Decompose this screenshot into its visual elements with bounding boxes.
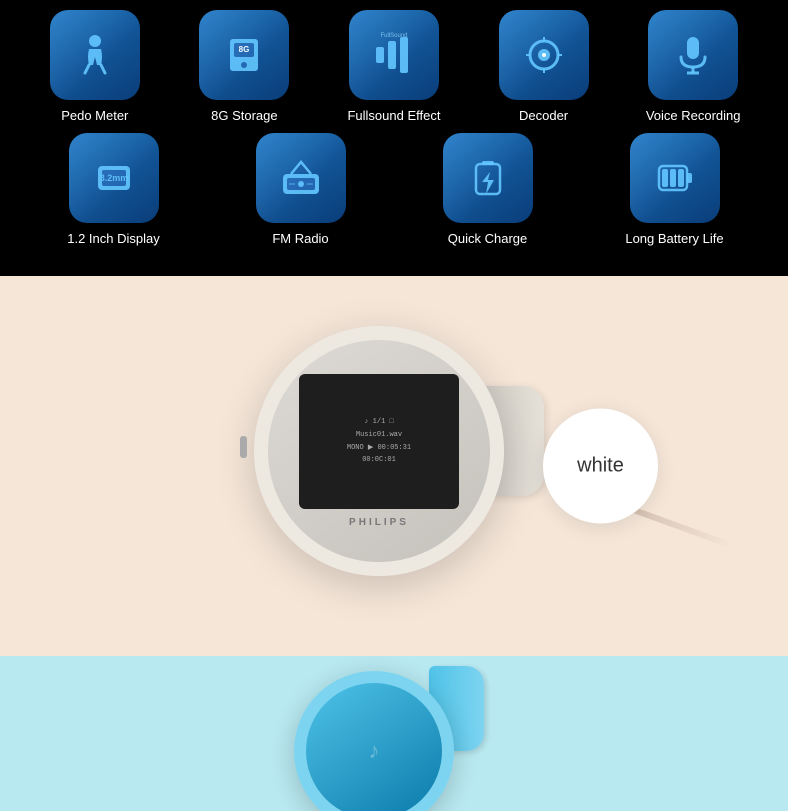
fm-radio-icon bbox=[256, 133, 346, 223]
8g-storage-label: 8G Storage bbox=[211, 108, 278, 123]
pedo-meter-icon bbox=[50, 10, 140, 100]
pedo-meter-label: Pedo Meter bbox=[61, 108, 128, 123]
device-white-container: ♪ 1/1 □ Music01.wav MONO ▶ 00:05:31 00:0… bbox=[234, 306, 554, 626]
color-name: white bbox=[577, 455, 624, 478]
quick-charge-icon bbox=[443, 133, 533, 223]
product-section-blue: ♪ bbox=[0, 656, 788, 811]
decoder-icon bbox=[499, 10, 589, 100]
feature-battery: Long Battery Life bbox=[605, 133, 745, 246]
feature-pedo-meter: Pedo Meter bbox=[25, 10, 165, 123]
svg-text:3.2mm: 3.2mm bbox=[99, 173, 128, 183]
fm-radio-label: FM Radio bbox=[272, 231, 328, 246]
device-body: ♪ 1/1 □ Music01.wav MONO ▶ 00:05:31 00:0… bbox=[254, 326, 504, 576]
8g-storage-icon: 8G bbox=[199, 10, 289, 100]
feature-8g-storage: 8G 8G Storage bbox=[174, 10, 314, 123]
battery-label: Long Battery Life bbox=[625, 231, 723, 246]
display-label: 1.2 Inch Display bbox=[67, 231, 160, 246]
product-section-white: ♪ 1/1 □ Music01.wav MONO ▶ 00:05:31 00:0… bbox=[0, 276, 788, 656]
svg-text:8G: 8G bbox=[239, 45, 250, 54]
svg-text:FullSound: FullSound bbox=[380, 33, 407, 39]
fullsound-icon: FullSound bbox=[349, 10, 439, 100]
voice-recording-label: Voice Recording bbox=[646, 108, 741, 123]
device-blue-container: ♪ bbox=[274, 656, 514, 811]
feature-decoder: Decoder bbox=[474, 10, 614, 123]
color-badge: white bbox=[543, 409, 658, 524]
fullsound-label: Fullsound Effect bbox=[347, 108, 440, 123]
color-badge-area: white bbox=[543, 409, 658, 524]
device-screen: ♪ 1/1 □ Music01.wav MONO ▶ 00:05:31 00:0… bbox=[299, 374, 459, 509]
features-grid: Pedo Meter 8G 8G Storage FullSound Fulls… bbox=[0, 0, 788, 276]
feature-display: 3.2mm 1.2 Inch Display bbox=[44, 133, 184, 246]
voice-recording-icon bbox=[648, 10, 738, 100]
feature-voice-recording: Voice Recording bbox=[623, 10, 763, 123]
feature-quick-charge: Quick Charge bbox=[418, 133, 558, 246]
screen-line2: Music01.wav bbox=[347, 429, 411, 442]
battery-icon bbox=[630, 133, 720, 223]
display-icon: 3.2mm bbox=[69, 133, 159, 223]
brand-label: PHILIPS bbox=[349, 517, 409, 528]
screen-content: ♪ 1/1 □ Music01.wav MONO ▶ 00:05:31 00:0… bbox=[347, 416, 411, 466]
feature-fm-radio: FM Radio bbox=[231, 133, 371, 246]
feature-fullsound: FullSound Fullsound Effect bbox=[324, 10, 464, 123]
music-note-icon: ♪ bbox=[369, 738, 380, 764]
screen-line4: 00:0C:01 bbox=[347, 454, 411, 467]
decoder-label: Decoder bbox=[519, 108, 568, 123]
quick-charge-label: Quick Charge bbox=[448, 231, 527, 246]
screen-line3: MONO ▶ 00:05:31 bbox=[347, 442, 411, 455]
side-button bbox=[240, 436, 247, 458]
screen-line1: ♪ 1/1 □ bbox=[347, 416, 411, 429]
